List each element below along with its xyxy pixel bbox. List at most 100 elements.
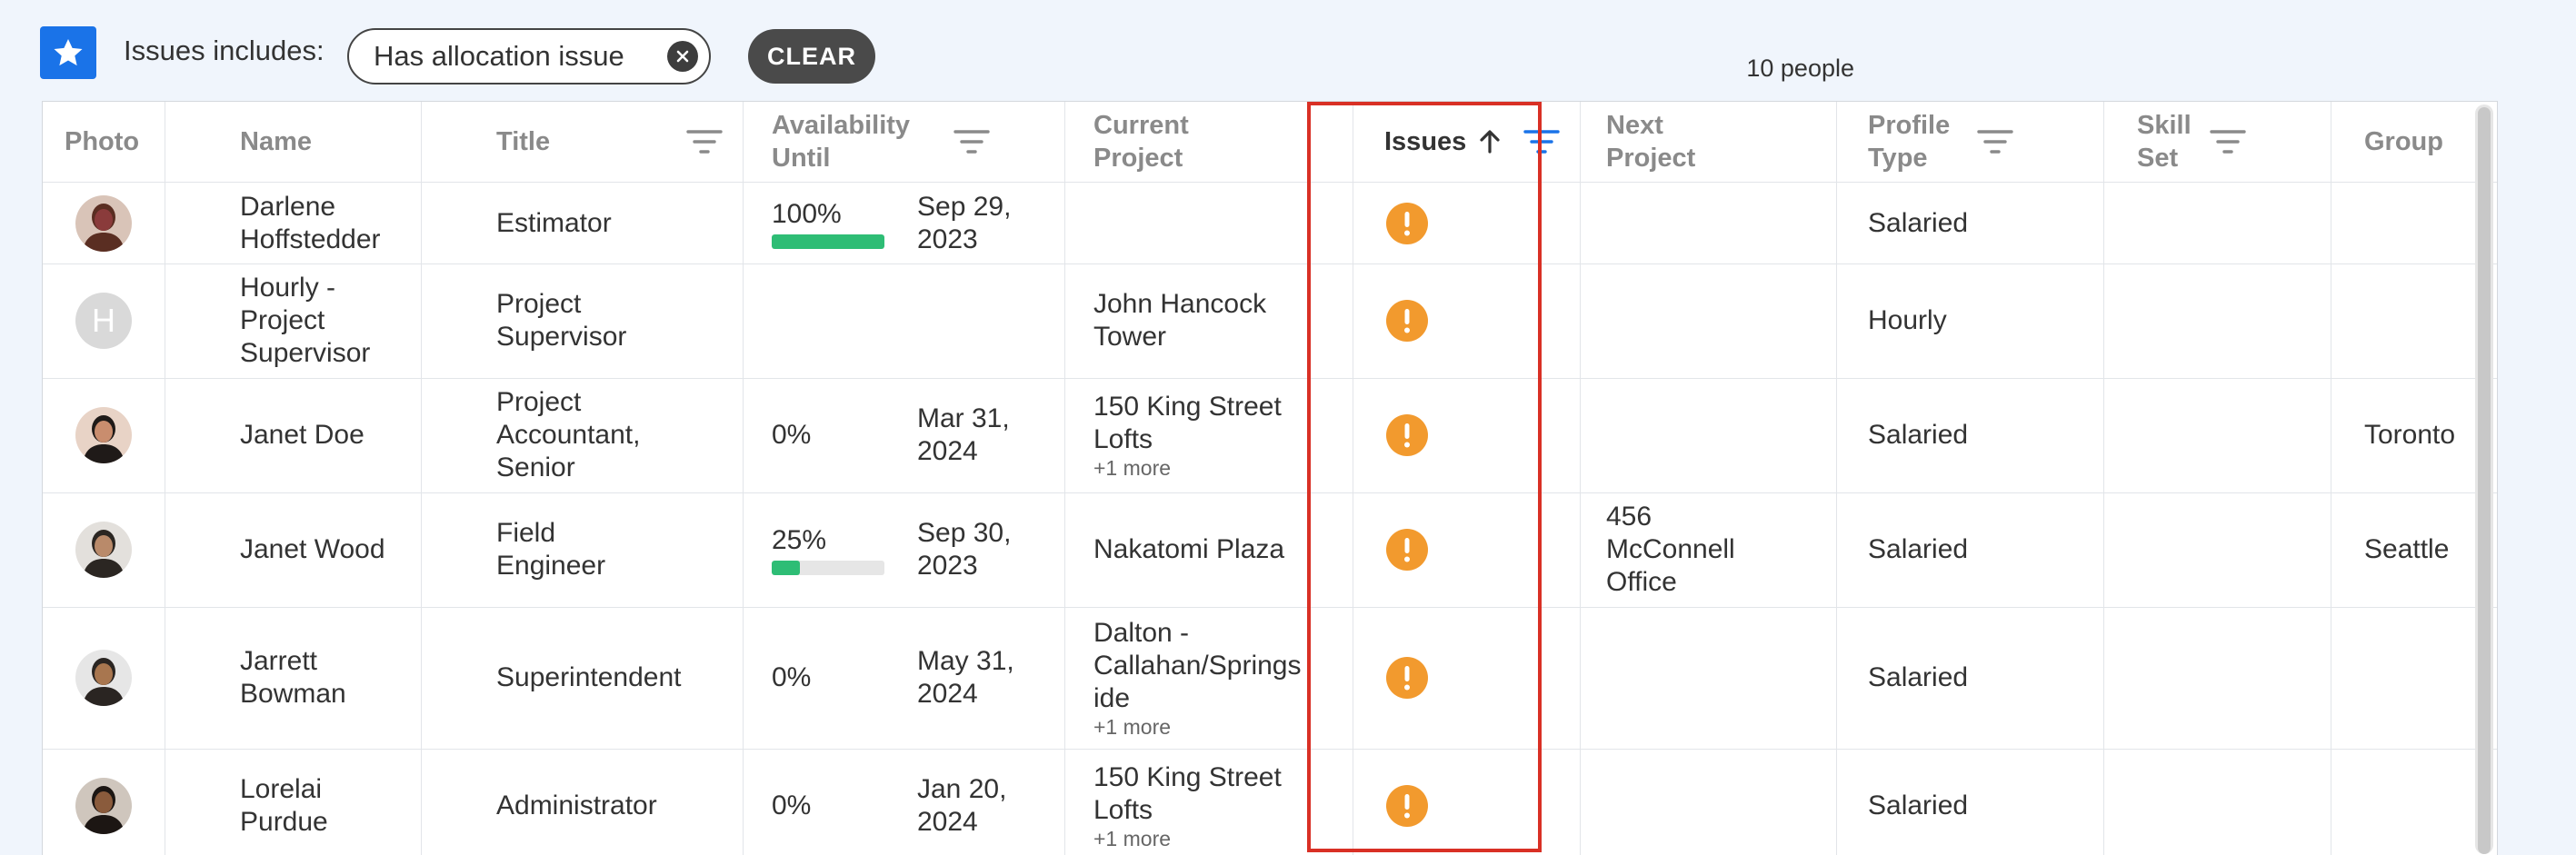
filter-chip-label: Has allocation issue — [374, 40, 624, 72]
skill-set-cell — [2104, 492, 2331, 607]
current-project-more-link[interactable]: +1 more — [1093, 715, 1321, 739]
current-project-cell[interactable] — [1065, 183, 1353, 263]
column-header-availability[interactable]: Availability Until — [744, 102, 1065, 182]
title-cell: Project Supervisor — [422, 263, 744, 378]
column-header-skill-set[interactable]: Skill Set — [2104, 102, 2331, 182]
warning-icon[interactable] — [1386, 657, 1428, 699]
column-header-label: Current Project — [1093, 111, 1189, 173]
person-name: Lorelai Purdue — [240, 774, 328, 837]
group-cell: Seattle — [2331, 492, 2497, 607]
availability-progress-fill — [772, 561, 800, 575]
current-project-name: Nakatomi Plaza — [1093, 534, 1285, 564]
next-project-name: 456 McConnell Office — [1606, 502, 1735, 597]
favorites-star-button[interactable] — [40, 26, 96, 79]
column-header-label: Skill Set — [2137, 111, 2192, 173]
group-cell — [2331, 749, 2497, 855]
column-header-photo[interactable]: Photo — [43, 102, 165, 182]
availability-percent-label: 0% — [772, 790, 812, 820]
column-header-group[interactable]: Group — [2331, 102, 2497, 182]
skill-set-cell — [2104, 607, 2331, 749]
next-project-cell[interactable] — [1581, 607, 1837, 749]
filter-icon[interactable] — [686, 127, 723, 156]
name-cell[interactable]: Lorelai Purdue — [165, 749, 422, 855]
filter-icon[interactable] — [1977, 127, 2013, 156]
person-name: Janet Wood — [240, 534, 385, 564]
filter-icon[interactable] — [2210, 127, 2246, 156]
current-project-more-link[interactable]: +1 more — [1093, 827, 1321, 850]
clear-button[interactable]: CLEAR — [748, 29, 875, 84]
sort-ascending-icon[interactable] — [1475, 127, 1504, 156]
column-header-title[interactable]: Title — [422, 102, 744, 182]
current-project-cell[interactable]: 150 King Street Lofts +1 more — [1065, 378, 1353, 492]
current-project-name: 150 King Street Lofts — [1093, 392, 1282, 454]
current-project: 150 King Street Lofts +1 more — [1093, 761, 1321, 850]
profile-type: Salaried — [1868, 790, 1969, 820]
avatar[interactable] — [75, 650, 132, 706]
profile-type-cell: Salaried — [1837, 607, 2104, 749]
filter-chip[interactable]: Has allocation issue — [347, 28, 711, 85]
group-cell — [2331, 263, 2497, 378]
avatar[interactable] — [75, 522, 132, 578]
name-cell[interactable]: Janet Doe — [165, 378, 422, 492]
name-cell[interactable]: Janet Wood — [165, 492, 422, 607]
warning-icon[interactable] — [1386, 300, 1428, 342]
profile-type-cell: Salaried — [1837, 749, 2104, 855]
close-icon[interactable] — [667, 41, 698, 72]
current-project-cell[interactable]: Dalton - Callahan/Springs ide +1 more — [1065, 607, 1353, 749]
availability-percent: 25% — [772, 524, 884, 575]
column-header-name[interactable]: Name — [165, 102, 422, 182]
warning-icon[interactable] — [1386, 202, 1428, 244]
avatar[interactable]: H — [75, 293, 132, 349]
profile-type-cell: Salaried — [1837, 492, 2104, 607]
issues-cell — [1353, 263, 1581, 378]
table-row[interactable]: Darlene Hoffstedder Estimator 100% Sep 29, … — [43, 183, 2497, 263]
availability-cell: 0% Jan 20, 2024 — [744, 749, 1065, 855]
current-project: John Hancock Tower — [1093, 288, 1321, 353]
availability-date: Mar 31, 2024 — [917, 403, 1010, 466]
avatar[interactable] — [75, 194, 132, 252]
column-header-next-project[interactable]: Next Project — [1581, 102, 1837, 182]
scrollbar-thumb[interactable] — [2478, 107, 2491, 854]
warning-icon[interactable] — [1386, 414, 1428, 456]
table-row[interactable]: Jarrett Bowman Superintendent 0% May 31, 20… — [43, 607, 2497, 749]
current-project-cell[interactable]: John Hancock Tower — [1065, 263, 1353, 378]
column-header-current-project[interactable]: Current Project — [1065, 102, 1353, 182]
name-cell[interactable]: Darlene Hoffstedder — [165, 183, 422, 263]
table-row[interactable]: H Hourly - Project Supervisor Project Supe… — [43, 263, 2497, 378]
availability-percent: 0% — [772, 790, 884, 822]
person-title: Project Accountant, Senior — [496, 387, 641, 482]
warning-icon[interactable] — [1386, 529, 1428, 571]
column-header-profile-type[interactable]: Profile Type — [1837, 102, 2104, 182]
profile-type: Salaried — [1868, 420, 1969, 450]
filter-active-icon[interactable] — [1523, 127, 1560, 156]
skill-set-cell — [2104, 378, 2331, 492]
availability-date: Sep 29, 2023 — [917, 191, 1012, 254]
table-row[interactable]: Janet Wood Field Engineer 25% Sep 30, 2023 N… — [43, 492, 2497, 607]
table-row[interactable]: Janet Doe Project Accountant, Senior 0% Mar… — [43, 378, 2497, 492]
next-project-cell[interactable] — [1581, 749, 1837, 855]
current-project-name: 150 King Street Lofts — [1093, 762, 1282, 825]
availability-cell: 25% Sep 30, 2023 — [744, 492, 1065, 607]
name-cell[interactable]: Jarrett Bowman — [165, 607, 422, 749]
name-cell[interactable]: Hourly - Project Supervisor — [165, 263, 422, 378]
table-row[interactable]: Lorelai Purdue Administrator 0% Jan 20, 202… — [43, 749, 2497, 855]
warning-icon[interactable] — [1386, 785, 1428, 827]
next-project-cell[interactable] — [1581, 378, 1837, 492]
availability-percent-label: 100% — [772, 198, 842, 229]
avatar[interactable] — [75, 407, 132, 463]
current-project-cell[interactable]: 150 King Street Lofts +1 more — [1065, 749, 1353, 855]
avatar[interactable] — [75, 778, 132, 834]
next-project-cell[interactable] — [1581, 183, 1837, 263]
column-header-label: Next Project — [1606, 111, 1696, 173]
next-project-cell[interactable] — [1581, 263, 1837, 378]
column-header-issues[interactable]: Issues — [1353, 102, 1581, 182]
column-header-label: Photo — [65, 127, 140, 156]
current-project-cell[interactable]: Nakatomi Plaza — [1065, 492, 1353, 607]
filter-icon[interactable] — [954, 127, 990, 156]
person-title: Estimator — [496, 207, 612, 238]
group-cell: Toronto — [2331, 378, 2497, 492]
current-project-more-link[interactable]: +1 more — [1093, 456, 1321, 480]
availability-percent-label: 25% — [772, 525, 827, 555]
next-project-cell[interactable]: 456 McConnell Office — [1581, 492, 1837, 607]
profile-type: Salaried — [1868, 534, 1969, 564]
